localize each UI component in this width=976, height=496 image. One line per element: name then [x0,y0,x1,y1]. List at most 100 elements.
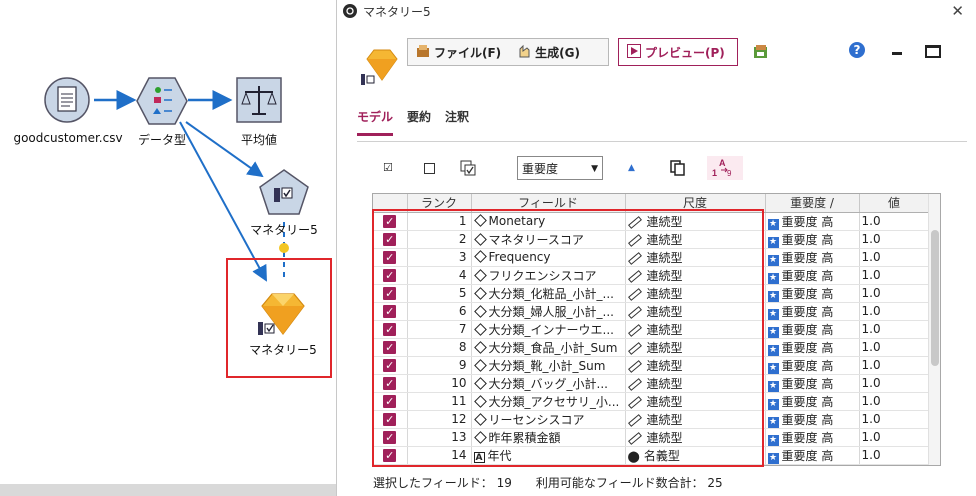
status-bar: 選択したフィールド： 19 利用可能なフィールド数合計： 25 [373,476,723,490]
star-icon: ★ [767,434,779,445]
means-node[interactable] [236,77,282,126]
value-cell: 1.0 [859,248,930,267]
star-icon: ★ [767,272,779,283]
type-node[interactable] [136,76,188,129]
sort-field-order-icon[interactable]: A1 9 [707,156,743,180]
star-icon: ★ [767,416,779,427]
importance-cell: ★重要度 高 [765,392,860,411]
selection-highlight-box [372,209,764,467]
star-icon: ★ [767,380,779,391]
value-cell: 1.0 [859,446,930,465]
check-all-icon[interactable]: ☑ [383,162,395,174]
value-cell: 1.0 [859,374,930,393]
export-icon[interactable] [753,44,769,63]
importance-cell: ★重要度 高 [765,302,860,321]
value-cell: 1.0 [859,212,930,231]
value-cell: 1.0 [859,320,930,339]
file-icon [416,44,430,61]
star-icon: ★ [767,344,779,355]
importance-cell: ★重要度 高 [765,266,860,285]
menu-group: ファイル(F) 生成(G) [407,38,609,66]
preview-button[interactable]: プレビュー(P) [618,38,738,66]
importance-cell: ★重要度 高 [765,320,860,339]
close-icon[interactable]: ✕ [951,2,964,20]
importance-cell: ★重要度 高 [765,212,860,231]
dialog-titlebar[interactable]: マネタリー5 ✕ [337,0,976,22]
chevron-down-icon: ▼ [591,164,598,174]
value-cell: 1.0 [859,410,930,429]
model-builder-node[interactable] [258,168,310,219]
tab-model[interactable]: モデル [357,108,394,136]
type-node-icon [136,77,188,125]
table-toolbar: ☑ 重要度 ▼ ▲ A1 9 [371,156,771,182]
star-icon: ★ [767,452,779,463]
file-menu-button[interactable]: ファイル(F) [408,39,509,65]
scrollbar-thumb[interactable] [931,230,939,366]
minimize-icon[interactable] [892,52,902,55]
value-cell: 1.0 [859,356,930,375]
means-node-label: 平均値 [240,133,278,147]
importance-cell: ★重要度 高 [765,248,860,267]
model-builder-icon [259,169,309,215]
importance-cell: ★重要度 高 [765,446,860,465]
type-node-label: データ型 [137,133,187,147]
tab-divider [357,141,967,142]
star-icon: ★ [767,362,779,373]
star-icon: ★ [767,218,779,229]
maximize-icon[interactable] [925,45,941,58]
svg-text:A: A [719,158,726,168]
importance-cell: ★重要度 高 [765,230,860,249]
stream-canvas[interactable]: goodcustomer.csv データ型 平均値 マネタリー5 マネタリー5 [0,0,336,496]
value-cell: 1.0 [859,284,930,303]
value-cell: 1.0 [859,464,930,465]
help-icon[interactable]: ? [849,42,865,58]
col-header-value[interactable]: 値 [859,194,930,213]
app-icon [343,4,357,18]
scale-icon [236,77,282,123]
sort-by-select[interactable]: 重要度 ▼ [517,156,603,180]
tab-annotation[interactable]: 注釈 [445,108,469,136]
star-icon: ★ [767,308,779,319]
generate-menu-button[interactable]: 生成(G) [509,39,588,65]
value-cell: 1.0 [859,392,930,411]
star-icon: ★ [767,236,779,247]
star-icon: ★ [767,290,779,301]
value-cell: 1.0 [859,302,930,321]
star-icon: ★ [767,326,779,337]
stream-links [94,90,289,282]
copy-icon[interactable] [670,160,686,179]
svg-text:9: 9 [727,169,732,178]
importance-cell: ★重要度 高 [765,428,860,447]
sort-ascending-icon[interactable]: ▲ [628,163,635,173]
nugget-spark-icon [279,243,289,253]
check-selected-icon[interactable] [460,160,476,179]
model-builder-label: マネタリー5 [250,223,318,237]
svg-text:1: 1 [712,168,717,178]
uncheck-all-icon[interactable] [424,163,435,174]
value-cell: 1.0 [859,266,930,285]
col-header-importance[interactable]: 重要度 / [765,194,860,213]
file-icon [44,77,90,123]
generate-icon [517,44,531,61]
source-node[interactable] [43,76,91,127]
importance-cell: ★重要度 高 [765,374,860,393]
model-nugget-dialog: マネタリー5 ✕ ファイル(F) 生成(G) プレビュー(P) ? モデル 要約… [336,0,976,496]
tab-summary[interactable]: 要約 [407,108,431,136]
table-scrollbar[interactable] [928,194,940,465]
importance-cell: ★重要度 高 [765,356,860,375]
value-cell: 1.0 [859,338,930,357]
source-node-label: goodcustomer.csv [13,131,123,145]
nugget-highlight-box [226,258,332,378]
importance-cell: ★重要度 高 [765,284,860,303]
star-icon: ★ [767,398,779,409]
dialog-title: マネタリー5 [363,4,431,19]
value-cell: 1.0 [859,230,930,249]
importance-cell: ★重要度 高 [765,338,860,357]
play-icon [627,43,641,61]
canvas-scrollbar[interactable] [0,484,336,496]
dialog-tabs: モデル 要約 注釈 [357,108,483,136]
importance-cell: ★重要度 高 [765,410,860,429]
value-cell: 1.0 [859,428,930,447]
importance-cell: ★重要度 高 [765,464,860,465]
star-icon: ★ [767,254,779,265]
